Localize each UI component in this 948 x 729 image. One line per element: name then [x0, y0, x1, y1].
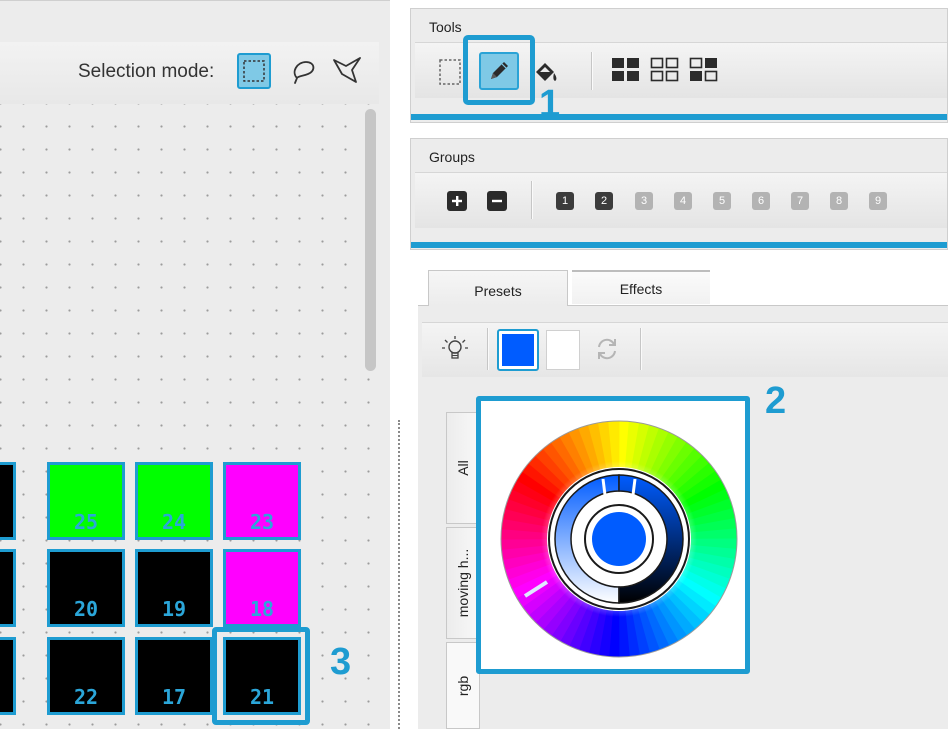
light-bulb-button[interactable] — [438, 332, 472, 366]
rect-select-button[interactable] — [237, 53, 271, 89]
fixture-number: 18 — [249, 597, 275, 621]
toolbar-separator — [487, 328, 488, 370]
groups-dock: Groups 1 2 3 4 5 6 7 8 9 — [410, 138, 948, 250]
tab-presets[interactable]: Presets — [428, 270, 568, 306]
fixture-cell[interactable]: 25 — [47, 462, 125, 540]
toolbar-separator — [591, 52, 592, 90]
polygon-select-button[interactable] — [331, 53, 365, 89]
color-wheel[interactable] — [499, 419, 739, 659]
fixture-cell[interactable]: 22 — [47, 637, 125, 715]
remove-group-button[interactable] — [487, 191, 507, 211]
rect-select-icon — [439, 59, 461, 85]
group-3-button[interactable]: 3 — [635, 192, 653, 210]
rect-select-tool-button[interactable] — [433, 55, 467, 89]
fixture-cell[interactable]: 18 — [223, 549, 301, 627]
fixture-number: 19 — [161, 597, 187, 621]
fill-grid-button[interactable] — [609, 53, 643, 87]
fixture-grid-panel: Selection mode: 25 24 23 20 19 18 22 17 … — [0, 0, 390, 729]
color-picker-highlight — [476, 396, 750, 674]
selection-mode-label: Selection mode: — [78, 61, 215, 82]
fixture-number: 20 — [73, 597, 99, 621]
lasso-select-button[interactable] — [287, 53, 321, 89]
swap-colors-button[interactable] — [590, 332, 624, 366]
tools-dock: Tools 1 — [410, 8, 948, 125]
groups-underline — [411, 242, 947, 248]
add-group-button[interactable] — [447, 191, 467, 211]
empty-grid-button[interactable] — [648, 53, 682, 87]
rect-select-icon — [243, 60, 265, 82]
category-tab-moving-heads[interactable]: moving h... — [446, 527, 480, 639]
lasso-icon — [293, 61, 315, 84]
grid-mixed-icon — [689, 57, 718, 82]
group-1-button[interactable]: 1 — [556, 192, 574, 210]
fixture-number: 23 — [249, 510, 275, 534]
fixture-number: 24 — [161, 510, 187, 534]
group-4-button[interactable]: 4 — [674, 192, 692, 210]
fixture-number: 17 — [161, 685, 187, 709]
group-6-button[interactable]: 6 — [752, 192, 770, 210]
mixed-grid-button[interactable] — [687, 53, 721, 87]
group-8-button[interactable]: 8 — [830, 192, 848, 210]
fixture-number: 22 — [73, 685, 99, 709]
group-5-button[interactable]: 5 — [713, 192, 731, 210]
category-tab-label: rgb — [455, 675, 471, 696]
toolbar-separator — [640, 328, 641, 370]
paint-bucket-icon — [536, 63, 557, 81]
polygon-select-icon — [333, 57, 361, 83]
callout-number-2: 2 — [765, 380, 787, 422]
tools-title: Tools — [429, 19, 462, 35]
secondary-color-swatch[interactable] — [546, 330, 580, 370]
category-tab-label: moving h... — [455, 548, 471, 618]
fixture-cell[interactable]: 17 — [135, 637, 213, 715]
callout-highlight-3 — [212, 627, 310, 725]
fixture-cell[interactable]: 20 — [47, 549, 125, 627]
group-2-button[interactable]: 2 — [595, 192, 613, 210]
fixture-cell[interactable]: 23 — [223, 462, 301, 540]
fixture-cell[interactable] — [0, 549, 16, 627]
plus-icon — [452, 196, 462, 206]
fixture-cell[interactable] — [0, 462, 16, 540]
minus-icon — [492, 199, 502, 203]
callout-number-3: 3 — [330, 641, 352, 683]
tools-underline — [411, 114, 947, 120]
category-tab-all[interactable]: All — [446, 412, 480, 524]
primary-color-swatch[interactable] — [497, 329, 539, 371]
category-tab-rgb[interactable]: rgb — [446, 642, 480, 729]
category-tab-label: All — [455, 460, 471, 476]
fixture-number: 25 — [73, 510, 99, 534]
fixture-cell[interactable]: 24 — [135, 462, 213, 540]
brightness-marker[interactable] — [601, 478, 607, 496]
tab-effects[interactable]: Effects — [572, 270, 710, 304]
fixture-cell[interactable]: 19 — [135, 549, 213, 627]
fixture-cell[interactable] — [0, 637, 16, 715]
grid-scrollbar[interactable] — [365, 109, 376, 371]
groups-title: Groups — [429, 149, 475, 165]
light-bulb-icon — [442, 336, 468, 359]
panel-splitter[interactable] — [398, 420, 400, 729]
group-7-button[interactable]: 7 — [791, 192, 809, 210]
toolbar-separator — [531, 181, 532, 219]
color-swatch-fill — [502, 334, 534, 366]
callout-highlight-1 — [463, 35, 535, 105]
saturation-marker[interactable] — [631, 478, 637, 496]
grid-fill-icon — [612, 58, 639, 81]
grid-empty-icon — [650, 57, 679, 82]
swap-icon — [598, 338, 616, 360]
group-9-button[interactable]: 9 — [869, 192, 887, 210]
selected-color-preview — [592, 512, 646, 566]
